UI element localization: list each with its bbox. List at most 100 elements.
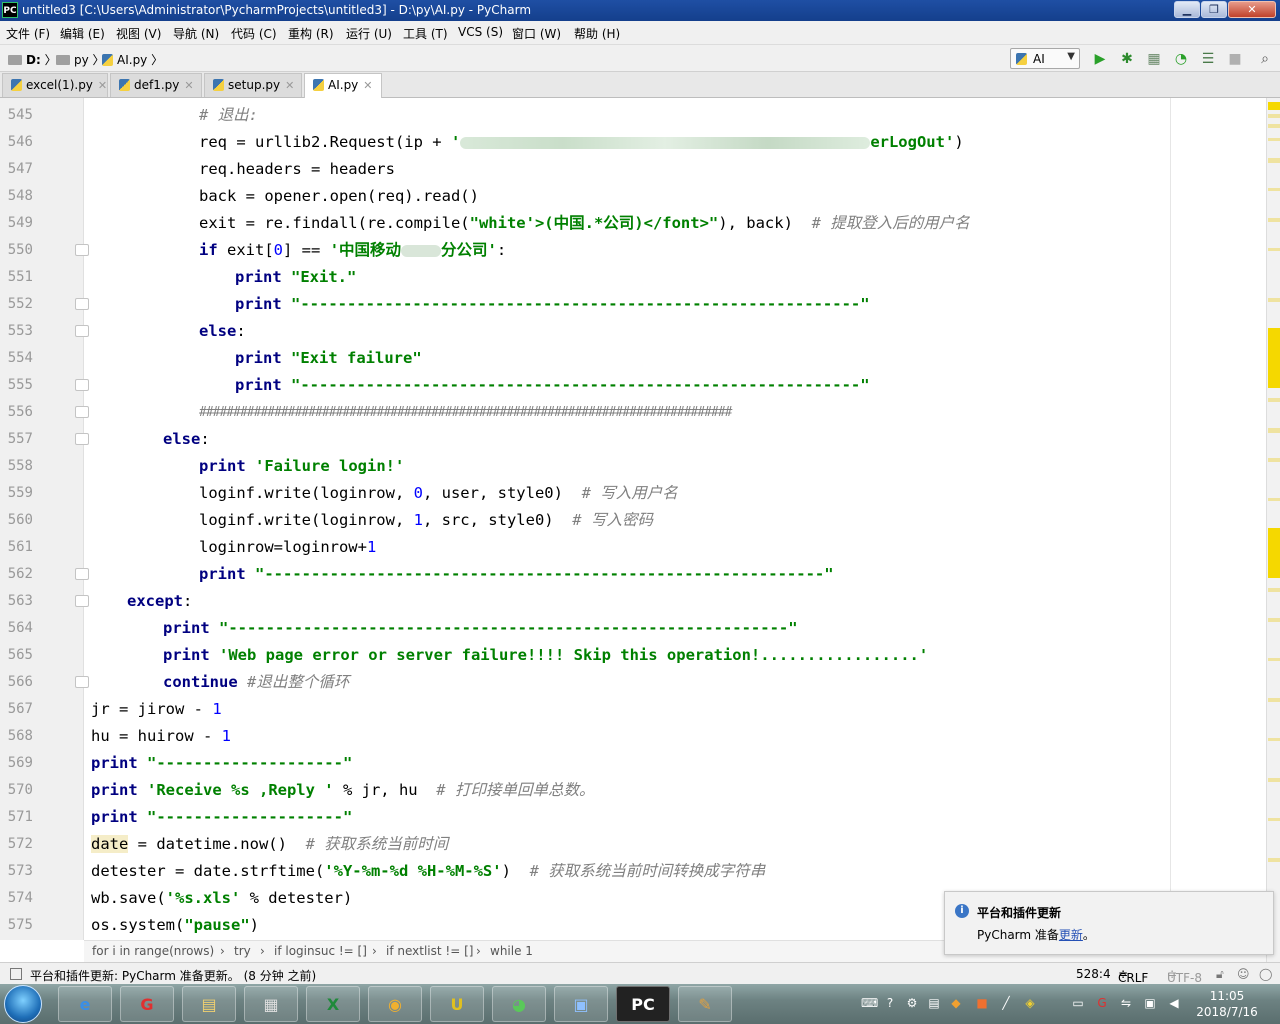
profile-icon[interactable]: ◔ <box>1172 50 1190 68</box>
status-message[interactable]: 平台和插件更新: PyCharm 准备更新。 (8 分钟 之前) <box>30 967 316 984</box>
breadcrumb-item[interactable]: if loginsuc != [] <box>274 944 367 958</box>
menu-file[interactable]: 文件 (F) <box>6 25 50 42</box>
network-share-icon[interactable]: ⇋ <box>1119 996 1133 1010</box>
stripe-marker[interactable] <box>1268 114 1280 118</box>
menu-help[interactable]: 帮助 (H) <box>574 25 620 42</box>
fold-marker-icon[interactable] <box>75 325 89 337</box>
image-viewer-icon[interactable]: ▣ <box>554 986 608 1022</box>
error-stripe[interactable] <box>1266 98 1280 962</box>
weibo-icon[interactable]: G <box>1095 996 1109 1010</box>
stripe-marker[interactable] <box>1268 124 1280 128</box>
minimize-button[interactable]: ▁ <box>1174 1 1200 18</box>
stripe-marker[interactable] <box>1268 138 1280 141</box>
stripe-marker[interactable] <box>1268 658 1280 661</box>
menu-edit[interactable]: 编辑 (E) <box>60 25 105 42</box>
lock-icon[interactable]: 🔓︎ <box>1216 967 1224 982</box>
stripe-marker[interactable] <box>1268 588 1280 592</box>
stripe-marker[interactable] <box>1268 188 1280 191</box>
tab-setup[interactable]: setup.py ✕ <box>204 73 302 97</box>
stripe-marker[interactable] <box>1268 618 1280 622</box>
search-icon[interactable]: ⌕ <box>1256 50 1274 68</box>
excel-icon[interactable]: X <box>306 986 360 1022</box>
fold-marker-icon[interactable] <box>75 244 89 256</box>
app-g-icon[interactable]: G <box>120 986 174 1022</box>
fold-marker-icon[interactable] <box>75 298 89 310</box>
close-icon[interactable]: ✕ <box>98 79 107 92</box>
chrome-icon[interactable]: ◉ <box>368 986 422 1022</box>
close-icon[interactable]: ✕ <box>285 79 294 92</box>
tool-window-toggle-icon[interactable] <box>10 968 22 980</box>
fold-marker-icon[interactable] <box>75 379 89 391</box>
start-button[interactable] <box>4 985 42 1023</box>
menu-window[interactable]: 窗口 (W) <box>512 25 561 42</box>
tray-app-icon[interactable]: ■ <box>975 996 989 1010</box>
stripe-marker[interactable] <box>1268 778 1280 782</box>
breadcrumb-item[interactable]: try <box>234 944 251 958</box>
system-clock[interactable]: 11:05 2018/7/16 <box>1192 988 1262 1020</box>
line-separator[interactable]: CRLF ≑ <box>1118 967 1148 985</box>
volume-icon[interactable]: ◀ <box>1167 996 1181 1010</box>
coverage-icon[interactable]: ▦ <box>1145 50 1163 68</box>
keyboard-icon[interactable]: ⌨ <box>861 996 878 1010</box>
fold-marker-icon[interactable] <box>75 568 89 580</box>
security-icon[interactable]: ◆ <box>949 996 963 1010</box>
nav-file[interactable]: AI.py 〉 <box>102 51 163 68</box>
internet-explorer-icon[interactable]: e <box>58 986 112 1022</box>
wechat-icon[interactable]: ◕ <box>492 986 546 1022</box>
concurrency-icon[interactable]: ☰ <box>1199 50 1217 68</box>
menu-code[interactable]: 代码 (C) <box>231 25 277 42</box>
pen-icon[interactable]: ╱ <box>999 996 1013 1010</box>
help-icon[interactable]: ? <box>883 996 897 1010</box>
menu-navigate[interactable]: 导航 (N) <box>173 25 219 42</box>
stripe-marker[interactable] <box>1268 428 1280 433</box>
debug-icon[interactable]: ✱ <box>1118 50 1136 68</box>
stripe-marker[interactable] <box>1268 738 1280 741</box>
caret-position[interactable]: 528:4 <box>1076 967 1111 981</box>
menu-vcs[interactable]: VCS (S) <box>458 25 503 39</box>
menu-run[interactable]: 运行 (U) <box>346 25 392 42</box>
update-link[interactable]: 更新 <box>1059 928 1083 942</box>
printer-icon[interactable]: ▭ <box>1071 996 1085 1010</box>
breadcrumb-item[interactable]: if nextlist != [] <box>386 944 473 958</box>
stripe-marker[interactable] <box>1268 102 1280 110</box>
fold-marker-icon[interactable] <box>75 433 89 445</box>
inspector-icon[interactable]: ☺ <box>1237 967 1250 981</box>
close-icon[interactable]: ✕ <box>363 79 372 92</box>
stripe-marker[interactable] <box>1268 698 1280 702</box>
fold-marker-icon[interactable] <box>75 406 89 418</box>
stripe-marker[interactable] <box>1268 328 1280 388</box>
close-icon[interactable]: ✕ <box>184 79 193 92</box>
run-configuration-select[interactable]: AI ▼ <box>1010 48 1080 69</box>
stripe-marker[interactable] <box>1268 818 1280 821</box>
breadcrumb-item[interactable]: while 1 <box>490 944 533 958</box>
stripe-marker[interactable] <box>1268 298 1280 302</box>
code-editor[interactable]: 545 546 547 548 549 550 551 552 553 554 … <box>0 98 1266 940</box>
file-encoding[interactable]: UTF-8 ≑ <box>1167 967 1202 985</box>
stripe-marker[interactable] <box>1268 858 1280 862</box>
tray-app-icon[interactable]: ▤ <box>927 996 941 1010</box>
stripe-marker[interactable] <box>1268 248 1280 251</box>
calculator-icon[interactable]: ▦ <box>244 986 298 1022</box>
stripe-marker[interactable] <box>1268 218 1280 222</box>
tab-ai[interactable]: AI.py ✕ <box>304 73 382 98</box>
pycharm-taskbar-icon[interactable]: PC <box>616 986 670 1022</box>
stop-icon[interactable]: ■ <box>1226 50 1244 68</box>
paint-icon[interactable]: ✎ <box>678 986 732 1022</box>
event-log-icon[interactable]: ◯ <box>1259 967 1272 981</box>
tab-excel1[interactable]: excel(1).py ✕ <box>2 73 108 97</box>
file-explorer-icon[interactable]: ▤ <box>182 986 236 1022</box>
breadcrumb-item[interactable]: for i in range(nrows) <box>92 944 214 958</box>
close-button[interactable]: ✕ <box>1228 1 1276 18</box>
nav-drive[interactable]: D: 〉 <box>8 51 57 68</box>
stripe-marker[interactable] <box>1268 398 1280 402</box>
shield-icon[interactable]: ◈ <box>1023 996 1037 1010</box>
settings-icon[interactable]: ⚙ <box>905 996 919 1010</box>
stripe-marker[interactable] <box>1268 158 1280 163</box>
tab-def1[interactable]: def1.py ✕ <box>110 73 202 97</box>
stripe-marker[interactable] <box>1268 528 1280 578</box>
maximize-button[interactable]: ❐ <box>1201 1 1227 18</box>
fold-marker-icon[interactable] <box>75 595 89 607</box>
ultraedit-icon[interactable]: U <box>430 986 484 1022</box>
network-icon[interactable]: ▣ <box>1143 996 1157 1010</box>
stripe-marker[interactable] <box>1268 458 1280 462</box>
